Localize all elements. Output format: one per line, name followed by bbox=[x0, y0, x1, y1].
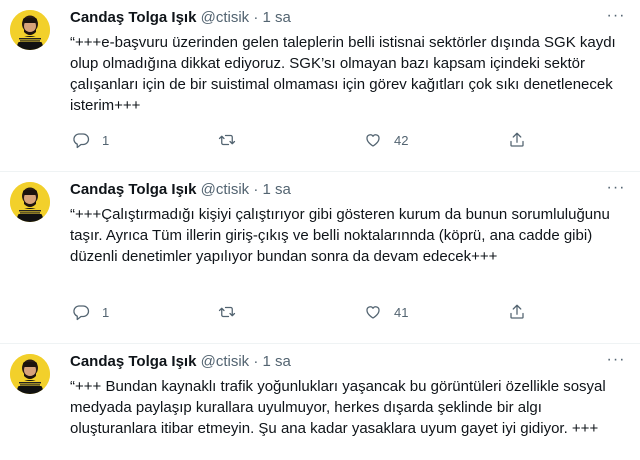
avatar[interactable] bbox=[10, 354, 50, 394]
timestamp[interactable]: 1 sa bbox=[263, 353, 291, 370]
retweet-button[interactable] bbox=[218, 302, 248, 322]
like-count: 42 bbox=[394, 132, 409, 148]
like-button[interactable]: 41 bbox=[364, 302, 408, 322]
tweet-text: “+++Çalıştırmadığı kişiyi çalıştırıyor g… bbox=[70, 206, 610, 265]
author-name[interactable]: Candaş Tolga Işık bbox=[70, 353, 196, 370]
author-handle[interactable]: @ctisik bbox=[201, 9, 250, 26]
retweet-button[interactable] bbox=[218, 130, 248, 150]
separator: · bbox=[253, 181, 259, 198]
more-icon[interactable]: ··· bbox=[604, 350, 628, 370]
avatar[interactable] bbox=[10, 182, 50, 222]
like-button[interactable]: 42 bbox=[364, 130, 408, 150]
reply-button[interactable]: 1 bbox=[72, 302, 109, 322]
like-icon bbox=[366, 134, 380, 147]
more-icon[interactable]: ··· bbox=[604, 178, 628, 198]
share-icon bbox=[510, 132, 524, 147]
reply-icon bbox=[73, 133, 90, 149]
reply-count: 1 bbox=[102, 304, 110, 320]
retweet-icon bbox=[218, 134, 236, 146]
tweet-header: Candaş Tolga Işık @ctisik · 1 sa bbox=[70, 8, 291, 28]
tweet-text: “+++e-başvuru üzerinden gelen taleplerin… bbox=[70, 34, 616, 114]
reply-button[interactable]: 1 bbox=[72, 130, 109, 150]
separator: · bbox=[253, 9, 259, 26]
more-icon[interactable]: ··· bbox=[604, 6, 628, 26]
timestamp[interactable]: 1 sa bbox=[263, 181, 291, 198]
tweet-header: Candaş Tolga Işık @ctisik · 1 sa bbox=[70, 180, 291, 200]
share-icon bbox=[510, 304, 524, 319]
tweet-header: Candaş Tolga Işık @ctisik · 1 sa bbox=[70, 352, 291, 372]
tweet-actions: 1 42 bbox=[70, 130, 550, 150]
like-icon bbox=[366, 306, 380, 319]
timestamp[interactable]: 1 sa bbox=[263, 9, 291, 26]
tweet[interactable]: Candaş Tolga Işık @ctisik · 1 sa ··· “++… bbox=[0, 0, 640, 172]
tweet[interactable]: Candaş Tolga Işık @ctisik · 1 sa ··· “++… bbox=[0, 344, 640, 460]
tweet-text: “+++ Bundan kaynaklı trafik yoğunlukları… bbox=[70, 378, 606, 437]
like-count: 41 bbox=[394, 304, 409, 320]
retweet-icon bbox=[218, 306, 236, 318]
author-name[interactable]: Candaş Tolga Işık bbox=[70, 9, 196, 26]
author-handle[interactable]: @ctisik bbox=[201, 353, 250, 370]
separator: · bbox=[253, 353, 259, 370]
share-button[interactable] bbox=[508, 302, 538, 322]
reply-icon bbox=[73, 305, 90, 321]
avatar[interactable] bbox=[10, 10, 50, 50]
share-button[interactable] bbox=[508, 130, 538, 150]
tweet-actions: 1 41 bbox=[70, 302, 550, 322]
author-handle[interactable]: @ctisik bbox=[201, 181, 250, 198]
author-name[interactable]: Candaş Tolga Işık bbox=[70, 181, 196, 198]
reply-count: 1 bbox=[102, 132, 110, 148]
tweet[interactable]: Candaş Tolga Işık @ctisik · 1 sa ··· “++… bbox=[0, 172, 640, 344]
